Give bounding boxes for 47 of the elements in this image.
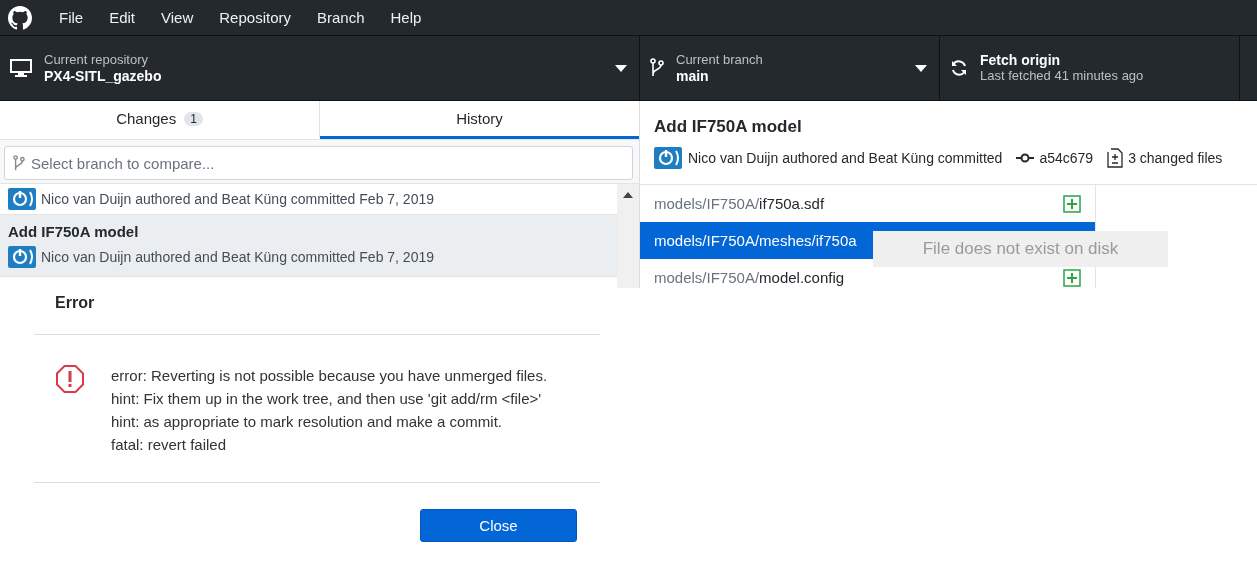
fetch-label: Fetch origin (980, 52, 1062, 68)
commit-author: Nico van Duijn authored and Beat Küng committed Feb 7, 2019 (41, 191, 435, 207)
menu-item[interactable]: Edit (96, 9, 149, 26)
dropdown-caret-icon (615, 64, 627, 72)
commit-item[interactable]: Add IF750A model Nico van Duijn authored and Beat Küng committed Feb 7, 2019 (0, 215, 617, 277)
commit-title: Add IF750A model (654, 117, 803, 137)
avatar-icon (8, 246, 36, 268)
branch-name: main (676, 68, 710, 84)
menu-item[interactable]: Branch (304, 9, 378, 26)
menu-item[interactable]: File (46, 9, 97, 26)
branch-icon (650, 58, 664, 78)
file-added-icon (1063, 194, 1081, 213)
commit-sha: a54c679 (1039, 150, 1094, 166)
scrollbar[interactable] (617, 184, 639, 288)
error-icon (55, 364, 85, 394)
compare-branch-field[interactable]: Select branch to compare... (4, 146, 633, 180)
avatar-icon (8, 188, 36, 210)
menu-item[interactable]: View (148, 9, 207, 26)
fetch-origin-button[interactable]: Fetch origin Last fetched 41 minutes ago (940, 36, 1240, 100)
count-badge: 1 (184, 111, 203, 126)
scroll-up-icon[interactable] (623, 192, 633, 198)
commit-icon (1016, 153, 1035, 163)
github-logo-icon (8, 5, 32, 30)
branch-icon (13, 154, 25, 172)
changed-path-row[interactable]: models/IF750A/if750a.sdf (640, 185, 1095, 222)
tooltip: File does not exist on disk (873, 231, 1168, 267)
repository-label: Current repository (44, 52, 150, 68)
branch-selector[interactable]: Current branch main (640, 36, 940, 100)
avatar-icon (654, 147, 682, 169)
last-fetched-text: Last fetched 41 minutes ago (980, 68, 1145, 84)
commit-title: Add IF750A model (8, 223, 140, 240)
commit-author: Nico van Duijn authored and Beat Küng committed (688, 150, 1003, 166)
close-button[interactable]: Close (420, 509, 577, 542)
commit-author: Nico van Duijn authored and Beat Küng committed Feb 7, 2019 (41, 249, 435, 265)
repository-name: PX4-SITL_gazebo (44, 68, 163, 84)
error-message: error: Reverting is not possible because you have unmerged files. hint: Fix them up in the work tree, and then use 'git add/rm <file>' hint: as appropriate to mark resolution and make a commit. fatal: revert failed (111, 366, 548, 455)
dropdown-caret-icon (915, 64, 927, 72)
dialog-title: Error (55, 294, 95, 312)
repository-selector[interactable]: Current repository PX4-SITL_gazebo (0, 36, 640, 100)
menu-item[interactable]: Repository (206, 9, 304, 26)
monitor-icon (10, 59, 32, 77)
file-diff-icon (1107, 148, 1124, 168)
file-added-icon (1063, 268, 1081, 287)
menu-item[interactable]: Help (377, 9, 435, 26)
branch-label: Current branch (676, 52, 764, 68)
changed-files-count: 3 changed files (1128, 150, 1223, 166)
sync-icon (950, 59, 968, 77)
